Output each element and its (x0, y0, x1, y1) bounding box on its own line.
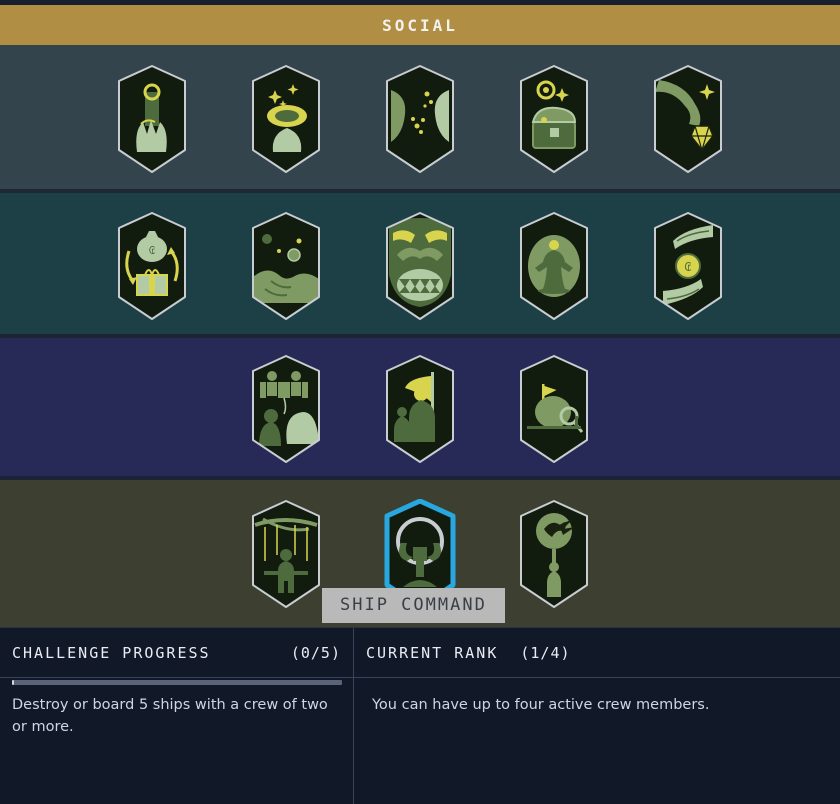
svg-text:₢: ₢ (684, 260, 691, 274)
perk-detail-panel: CHALLENGE PROGRESS (0/5) Destroy or boar… (0, 627, 840, 804)
hand-dangling-gem-icon (654, 65, 722, 173)
handshake-coins-icon (252, 211, 320, 320)
row-leadership (0, 354, 840, 464)
perk-row-leadership (0, 338, 840, 480)
crew-puppet-strings-icon (252, 355, 320, 463)
perk-row-commerce: ₢ ₢ (0, 193, 840, 338)
category-header: SOCIAL (0, 5, 840, 45)
perk-badge-marionette-control[interactable] (249, 499, 323, 609)
current-rank-section: CURRENT RANK (1/4) You can have up to fo… (354, 628, 840, 804)
challenge-progress-section: CHALLENGE PROGRESS (0/5) Destroy or boar… (0, 628, 354, 804)
money-bag-gift-exchange-icon: ₢ (118, 211, 186, 320)
hand-holding-scroll-icon (118, 65, 186, 173)
perk-badge-handshake-coins[interactable] (249, 211, 323, 321)
perk-badge-money-bag-gift-exchange[interactable]: ₢ (115, 211, 189, 321)
challenge-description: Destroy or board 5 ships with a crew of … (12, 697, 328, 736)
flag-bearer-squad-icon (386, 355, 454, 463)
perk-badge-two-faces-talking[interactable] (383, 64, 457, 174)
current-rank-header: CURRENT RANK (1/4) (354, 628, 840, 678)
challenge-progress-bar (12, 680, 342, 685)
row-commerce: ₢ ₢ (0, 211, 840, 321)
perk-badge-bird-globe-figure[interactable] (517, 499, 591, 609)
open-treasure-chest-icon (520, 65, 588, 173)
perk-badge-standing-figure-oval[interactable] (517, 211, 591, 321)
challenge-progress-header: CHALLENGE PROGRESS (0/5) (0, 628, 353, 678)
perk-badge-two-hands-coin[interactable]: ₢ (651, 211, 725, 321)
hand-offering-artifact-icon (252, 65, 320, 173)
challenge-progress-count: (0/5) (290, 643, 341, 662)
perk-badge-hand-dangling-gem[interactable] (651, 64, 725, 174)
current-rank-description: You can have up to four active crew memb… (372, 697, 710, 713)
perk-badge-roaring-face[interactable] (383, 211, 457, 321)
challenge-progress-label: CHALLENGE PROGRESS (12, 643, 211, 662)
page-title: SOCIAL (382, 15, 458, 35)
challenge-progress-fill (12, 680, 15, 685)
marionette-control-icon (252, 499, 320, 608)
perk-badge-open-treasure-chest[interactable] (517, 64, 591, 174)
perk-tooltip: SHIP COMMAND (322, 588, 505, 623)
bird-globe-figure-icon (520, 499, 588, 608)
perk-badge-hand-offering-artifact[interactable] (249, 64, 323, 174)
perk-badge-hand-holding-scroll[interactable] (115, 64, 189, 174)
roaring-face-icon (386, 211, 454, 320)
planted-flag-hill-icon (520, 355, 588, 463)
svg-text:₢: ₢ (149, 244, 156, 257)
perk-row-trade-fortune (0, 45, 840, 193)
current-rank-count: (1/4) (520, 643, 571, 662)
two-faces-talking-icon (386, 65, 454, 173)
perk-tooltip-label: SHIP COMMAND (340, 595, 487, 615)
two-hands-coin-icon: ₢ (654, 211, 722, 320)
row-trade-fortune (0, 64, 840, 174)
social-perk-screen: SOCIAL ₢ ₢ SHIP COMMAND CHALLENGE PROGRE… (0, 0, 840, 804)
perk-badge-flag-bearer-squad[interactable] (383, 354, 457, 464)
standing-figure-oval-icon (520, 211, 588, 320)
perk-badge-planted-flag-hill[interactable] (517, 354, 591, 464)
perk-badge-crew-puppet-strings[interactable] (249, 354, 323, 464)
current-rank-label: CURRENT RANK (366, 643, 499, 662)
